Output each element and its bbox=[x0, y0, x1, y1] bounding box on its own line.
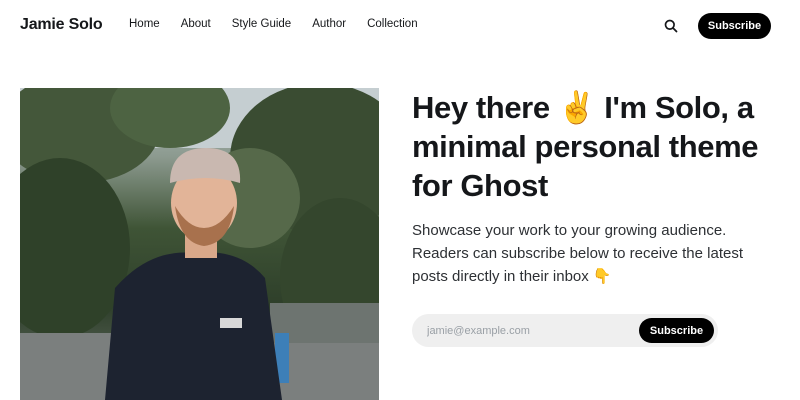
nav-item-style-guide[interactable]: Style Guide bbox=[232, 18, 291, 30]
site-header: Jamie Solo Home About Style Guide Author… bbox=[0, 0, 800, 52]
nav-item-author[interactable]: Author bbox=[312, 18, 346, 30]
email-input[interactable] bbox=[412, 314, 638, 347]
main-nav: Home About Style Guide Author Collection bbox=[129, 18, 439, 30]
nav-item-about[interactable]: About bbox=[181, 18, 211, 30]
search-icon[interactable] bbox=[663, 18, 679, 34]
nav-item-home[interactable]: Home bbox=[129, 18, 160, 30]
header-subscribe-button[interactable]: Subscribe bbox=[698, 13, 771, 39]
site-brand[interactable]: Jamie Solo bbox=[20, 16, 103, 34]
nav-item-collection[interactable]: Collection bbox=[367, 18, 418, 30]
hero-title: Hey there ✌️ I'm Solo, a minimal persona… bbox=[412, 90, 759, 203]
hero-photo bbox=[20, 88, 379, 400]
subscribe-form: Subscribe bbox=[412, 314, 718, 347]
hero-subscribe-button[interactable]: Subscribe bbox=[639, 318, 714, 343]
hero-description: Showcase your work to your growing audie… bbox=[412, 222, 744, 285]
